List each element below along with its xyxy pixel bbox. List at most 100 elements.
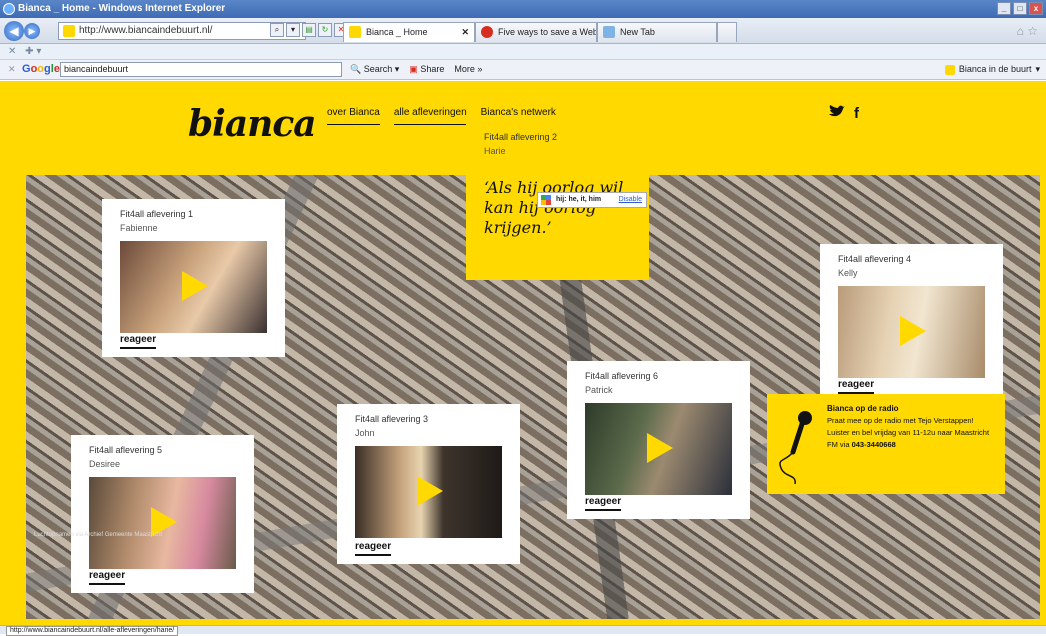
episode-title: Fit4all aflevering 4 [838,254,912,264]
search-icon[interactable]: ⌕ [270,23,284,37]
play-icon[interactable] [647,433,673,463]
episode-title: Fit4all aflevering 6 [585,371,659,381]
window-titlebar: Bianca _ Home - Windows Internet Explore… [0,0,1046,18]
google-search-input[interactable]: biancaindebuurt [60,62,342,77]
google-translate-icon [541,195,551,205]
close-tab-icon[interactable]: ✕ [461,23,469,41]
tab-label: New Tab [620,27,655,37]
window-controls: _ □ x [997,2,1043,15]
chevron-down-icon: ▾ [1035,64,1040,74]
bianca-favicon-icon [944,64,955,75]
video-thumbnail[interactable] [89,477,236,569]
new-tab-icon [603,26,615,38]
minimize-button[interactable]: _ [997,2,1011,15]
play-icon[interactable] [900,316,926,346]
window-title: Bianca _ Home - Windows Internet Explore… [18,3,226,14]
episode-person: John [355,428,375,438]
google-share-label: Share [420,64,445,74]
episode-title: Fit4all aflevering 1 [120,209,194,219]
episode-person: Desiree [89,459,121,469]
site-favicon-icon [63,25,75,37]
refresh-icon[interactable]: ↻ [318,23,332,37]
compatibility-icon[interactable]: ▤ [302,23,316,37]
ie-logo-icon [3,3,15,15]
favorite-site-label: Bianca in de buurt [958,64,1032,74]
disable-link[interactable]: Disable [619,193,642,207]
tab-label: Five ways to save a Web page ... [498,27,597,37]
reageer-link[interactable]: reageer [585,496,622,511]
radio-box[interactable]: Bianca op de radio Praat mee op de radio… [767,394,1005,494]
tab-empty[interactable] [717,22,737,42]
dictionary-popup: hij: he, it, him Disable [537,192,647,208]
google-logo: Google [22,63,60,75]
browser-navbar: ◀ ▶ http://www.biancaindebuurt.nl/ ⌕ ▾ ▤… [0,18,1046,44]
favorites-add-icon[interactable]: ✚ [25,46,33,57]
social-links: f [828,105,859,122]
episode-person: Patrick [585,385,613,395]
status-url: http://www.biancaindebuurt.nl/alle-aflev… [6,626,179,636]
favorites-star-icon[interactable]: ☆ [1027,24,1038,38]
address-bar[interactable]: http://www.biancaindebuurt.nl/ [58,22,306,40]
reageer-link[interactable]: reageer [120,334,157,349]
address-url: http://www.biancaindebuurt.nl/ [79,25,213,36]
close-toolbar-icon[interactable]: ✕ [8,60,16,79]
twitter-icon[interactable] [828,105,846,119]
radio-body: Praat mee op de radio met Tejo Verstappe… [827,415,995,451]
episode-card-6[interactable]: Fit4all aflevering 6 Patrick reageer [567,361,750,519]
close-bar-icon[interactable]: ✕ [8,46,16,57]
dropdown-icon[interactable]: ▾ [36,46,41,57]
episode-title: Fit4all aflevering 3 [355,414,429,424]
tab-five-ways[interactable]: Five ways to save a Web page ... [475,22,597,42]
favorites-bar: ✕ ✚ ▾ [0,44,1046,60]
play-icon[interactable] [417,476,443,506]
radio-phone: 043-3440668 [851,440,896,449]
episode-title: Fit4all aflevering 5 [89,445,163,455]
episode-title: Fit4all aflevering 2 [484,132,558,142]
google-more-button[interactable]: More » [454,60,482,79]
tab-new[interactable]: New Tab [597,22,717,42]
episode-card-3[interactable]: Fit4all aflevering 3 John reageer [337,404,520,564]
dictionary-text: hij: he, it, him [556,196,602,203]
google-toolbar-items: 🔍 Search ▾ ▣ Share More » [350,60,482,79]
share-icon: ▣ [409,64,418,74]
back-button[interactable]: ◀ [4,21,24,41]
radio-title: Bianca op de radio [827,404,899,413]
google-search-value: biancaindebuurt [64,64,129,74]
microphone-icon [779,411,812,485]
play-icon[interactable] [182,271,208,301]
video-thumbnail[interactable] [355,446,502,538]
close-window-button[interactable]: x [1029,2,1043,15]
episode-card-5[interactable]: Fit4all aflevering 5 Desiree reageer [71,435,254,593]
reageer-link[interactable]: reageer [355,541,392,556]
reageer-link[interactable]: reageer [89,570,126,585]
episode-quote: ‘Als hij oorlog wil kan hij oorlog krijg… [484,178,624,237]
favorite-site-link[interactable]: Bianca in de buurt ▾ [944,60,1040,79]
site-logo[interactable]: bianca [188,103,317,145]
maximize-button[interactable]: □ [1013,2,1027,15]
tab-bianca-home[interactable]: Bianca _ Home ✕ [343,22,475,42]
address-buttons: ⌕ ▾ ▤ ↻ ✕ [270,23,348,37]
page-favicon-icon [481,26,493,38]
episode-person: Kelly [838,268,858,278]
video-thumbnail[interactable] [585,403,732,495]
video-thumbnail[interactable] [120,241,267,333]
facebook-icon[interactable]: f [854,105,859,122]
video-thumbnail[interactable] [838,286,985,378]
episode-person: Fabienne [120,223,158,233]
google-toolbar: ✕ Google biancaindebuurt 🔍 Search ▾ ▣ Sh… [0,60,1046,80]
menu-item-over-bianca[interactable]: over Bianca [327,107,380,125]
episode-person: Harie [484,146,506,156]
home-icon[interactable]: ⌂ [1017,24,1024,38]
google-search-label: Search [363,64,393,74]
forward-button[interactable]: ▶ [24,23,40,39]
bianca-favicon-icon [349,26,361,38]
google-share-button[interactable]: ▣ Share [409,60,444,79]
tab-label: Bianca _ Home [366,27,428,37]
google-search-button[interactable]: 🔍 Search ▾ [350,60,399,79]
reageer-link[interactable]: reageer [838,379,875,394]
menu-item-alle-afleveringen[interactable]: alle afleveringen [393,107,467,125]
episode-card-1[interactable]: Fit4all aflevering 1 Fabienne reageer [102,199,285,357]
home-icons: ⌂ ☆ [1017,24,1038,38]
dropdown-icon[interactable]: ▾ [286,23,300,37]
episode-card-4[interactable]: Fit4all aflevering 4 Kelly reageer [820,244,1003,402]
